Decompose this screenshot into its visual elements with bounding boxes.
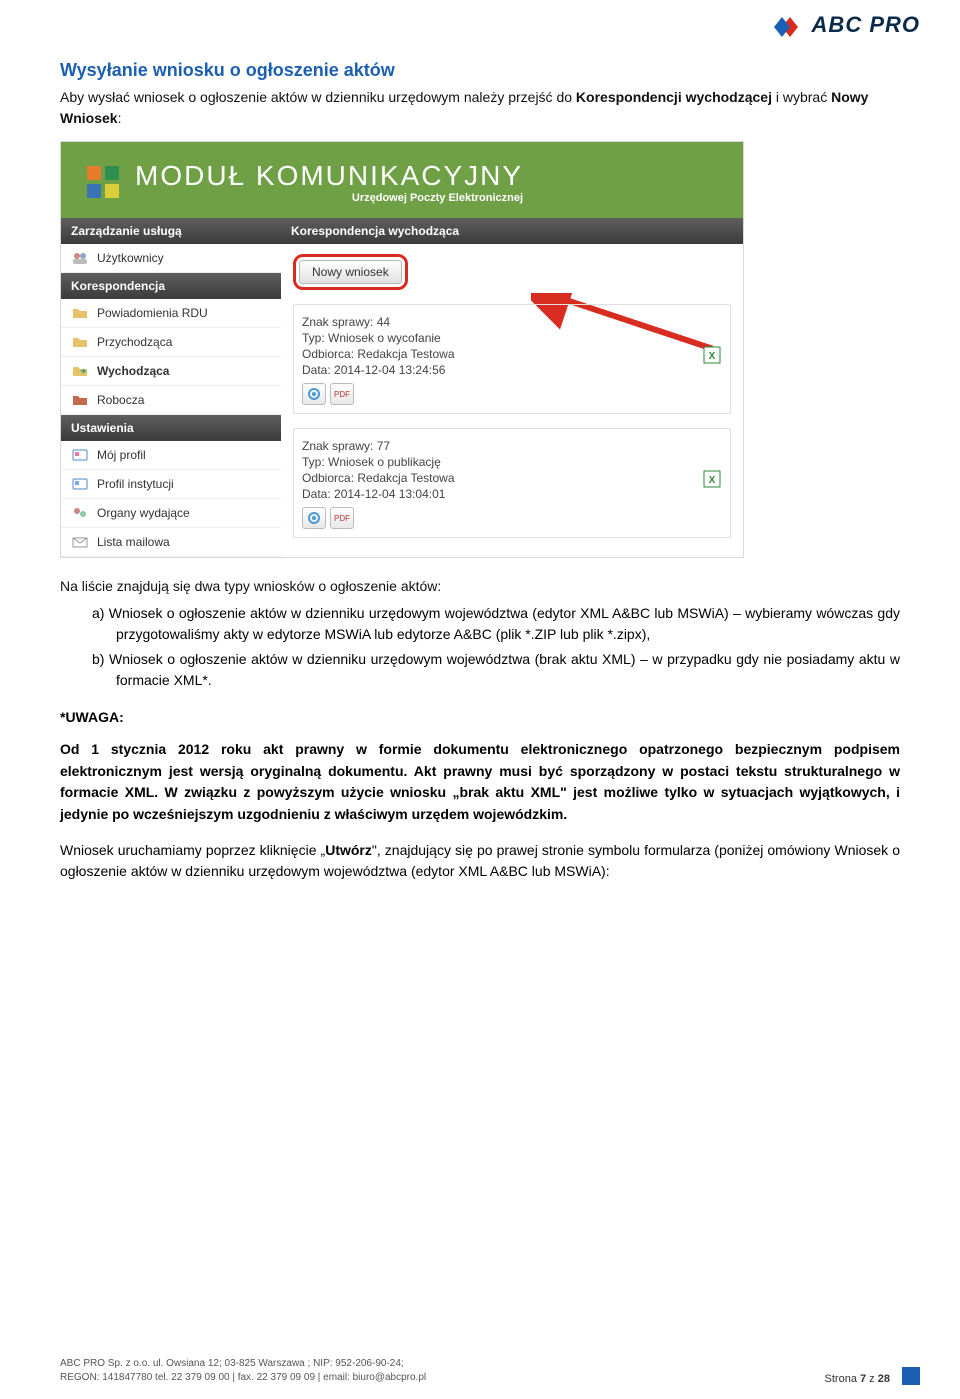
field-value: 44: [377, 315, 390, 329]
brand-diamond-icon: [772, 14, 804, 36]
field-label: Odbiorca:: [302, 347, 357, 361]
page-pre: Strona: [825, 1373, 860, 1385]
folder-icon: [71, 305, 89, 321]
org-icon: [71, 505, 89, 521]
page-footer: ABC PRO Sp. z o.o. ul. Owsiana 12; 03-82…: [60, 1357, 920, 1385]
highlight-frame: Nowy wniosek: [293, 254, 408, 290]
sidebar: Zarządzanie usługą Użytkownicy Korespond…: [61, 218, 281, 557]
module-subtitle: Urzędowej Poczty Elektronicznej: [135, 192, 523, 204]
sidebar-item-org[interactable]: Organy wydające: [61, 499, 281, 528]
field-value: Redakcja Testowa: [357, 347, 454, 361]
field-label: Data:: [302, 363, 334, 377]
field-label: Odbiorca:: [302, 471, 357, 485]
intro-bold1: Korespondencji wychodzącej: [576, 89, 772, 105]
case-card[interactable]: Znak sprawy: 77 Typ: Wniosek o publikacj…: [293, 428, 731, 538]
footer-square-icon: [902, 1367, 920, 1385]
sidebar-item-label: Lista mailowa: [97, 535, 170, 549]
new-request-button[interactable]: Nowy wniosek: [299, 260, 402, 284]
field-label: Typ:: [302, 331, 328, 345]
brand-logo: ABC PRO: [772, 12, 920, 38]
screenshot-module: MODUŁ KOMUNIKACYJNY Urzędowej Poczty Ele…: [60, 141, 744, 558]
folder-icon: [71, 334, 89, 350]
svg-text:X: X: [709, 351, 716, 362]
excel-icon[interactable]: X: [702, 345, 722, 365]
after-shot-paragraph: Na liście znajdują się dwa typy wniosków…: [60, 576, 900, 597]
note-body: Od 1 stycznia 2012 roku akt prawny w for…: [60, 739, 900, 826]
footer-line1: ABC PRO Sp. z o.o. ul. Owsiana 12; 03-82…: [60, 1357, 426, 1371]
case-card[interactable]: Znak sprawy: 44 Typ: Wniosek o wycofanie…: [293, 304, 731, 414]
section-title: Wysyłanie wniosku o ogłoszenie aktów: [60, 60, 900, 81]
sidebar-item-label: Wychodząca: [97, 364, 169, 378]
mail-icon: [71, 534, 89, 550]
list-item-a: a) Wniosek o ogłoszenie aktów w dziennik…: [60, 603, 900, 645]
brand-name: ABC PRO: [812, 12, 920, 38]
field-label: Data:: [302, 487, 334, 501]
field-value: 2014-12-04 13:24:56: [334, 363, 445, 377]
intro-pre: Aby wysłać wniosek o ogłoszenie aktów w …: [60, 89, 576, 105]
users-icon: [71, 250, 89, 266]
field-value: Wniosek o publikację: [328, 455, 441, 469]
note-heading: *UWAGA:: [60, 709, 900, 725]
excel-icon[interactable]: X: [702, 469, 722, 489]
field-label: Znak sprawy:: [302, 315, 377, 329]
view-button[interactable]: [302, 507, 326, 529]
page-total: 28: [878, 1373, 890, 1385]
svg-text:X: X: [709, 475, 716, 486]
list-block: a) Wniosek o ogłoszenie aktów w dziennik…: [60, 603, 900, 691]
sidebar-item-draft[interactable]: Robocza: [61, 386, 281, 415]
module-title: MODUŁ KOMUNIKACYJNY: [135, 160, 523, 192]
sidebar-item-inst[interactable]: Profil instytucji: [61, 470, 281, 499]
sidebar-item-label: Mój profil: [97, 448, 146, 462]
after2-pre: Wniosek uruchamiamy poprzez kliknięcie „: [60, 842, 325, 858]
sidebar-item-label: Profil instytucji: [97, 477, 174, 491]
panel-header: Korespondencja wychodząca: [281, 218, 743, 244]
field-value: Redakcja Testowa: [357, 471, 454, 485]
id-icon: [71, 447, 89, 463]
sidebar-item-rdu[interactable]: Powiadomienia RDU: [61, 299, 281, 328]
after2-bold: Utwórz: [325, 842, 372, 858]
main-panel: Korespondencja wychodząca Nowy wniosek Z…: [281, 218, 743, 557]
sidebar-item-maillist[interactable]: Lista mailowa: [61, 528, 281, 557]
sidebar-section-header: Korespondencja: [61, 273, 281, 299]
sidebar-item-label: Robocza: [97, 393, 144, 407]
module-logo-icon: [83, 162, 123, 202]
intro-end: :: [118, 110, 122, 126]
page-mid: z: [866, 1373, 878, 1385]
id-icon: [71, 476, 89, 492]
sidebar-item-users[interactable]: Użytkownicy: [61, 244, 281, 273]
after2-paragraph: Wniosek uruchamiamy poprzez kliknięcie „…: [60, 840, 900, 883]
sidebar-item-in[interactable]: Przychodząca: [61, 328, 281, 357]
intro-paragraph: Aby wysłać wniosek o ogłoszenie aktów w …: [60, 87, 900, 129]
field-value: Wniosek o wycofanie: [328, 331, 441, 345]
sidebar-item-label: Organy wydające: [97, 506, 190, 520]
list-item-b: b) Wniosek o ogłoszenie aktów w dziennik…: [60, 649, 900, 691]
field-label: Typ:: [302, 455, 328, 469]
pdf-button[interactable]: PDF: [330, 383, 354, 405]
field-value: 2014-12-04 13:04:01: [334, 487, 445, 501]
page-number: Strona 7 z 28: [825, 1373, 890, 1385]
footer-line2: REGON: 141847780 tel. 22 379 09 00 | fax…: [60, 1371, 426, 1385]
sidebar-item-label: Powiadomienia RDU: [97, 306, 208, 320]
sidebar-item-label: Przychodząca: [97, 335, 172, 349]
module-header: MODUŁ KOMUNIKACYJNY Urzędowej Poczty Ele…: [61, 142, 743, 218]
field-value: 77: [377, 439, 390, 453]
pdf-button[interactable]: PDF: [330, 507, 354, 529]
field-label: Znak sprawy:: [302, 439, 377, 453]
intro-mid: i wybrać: [772, 89, 831, 105]
folder-red-icon: [71, 392, 89, 408]
sidebar-section-header: Ustawienia: [61, 415, 281, 441]
folder-out-icon: [71, 363, 89, 379]
sidebar-item-out[interactable]: Wychodząca: [61, 357, 281, 386]
sidebar-section-header: Zarządzanie usługą: [61, 218, 281, 244]
sidebar-item-label: Użytkownicy: [97, 251, 164, 265]
view-button[interactable]: [302, 383, 326, 405]
sidebar-item-profile[interactable]: Mój profil: [61, 441, 281, 470]
